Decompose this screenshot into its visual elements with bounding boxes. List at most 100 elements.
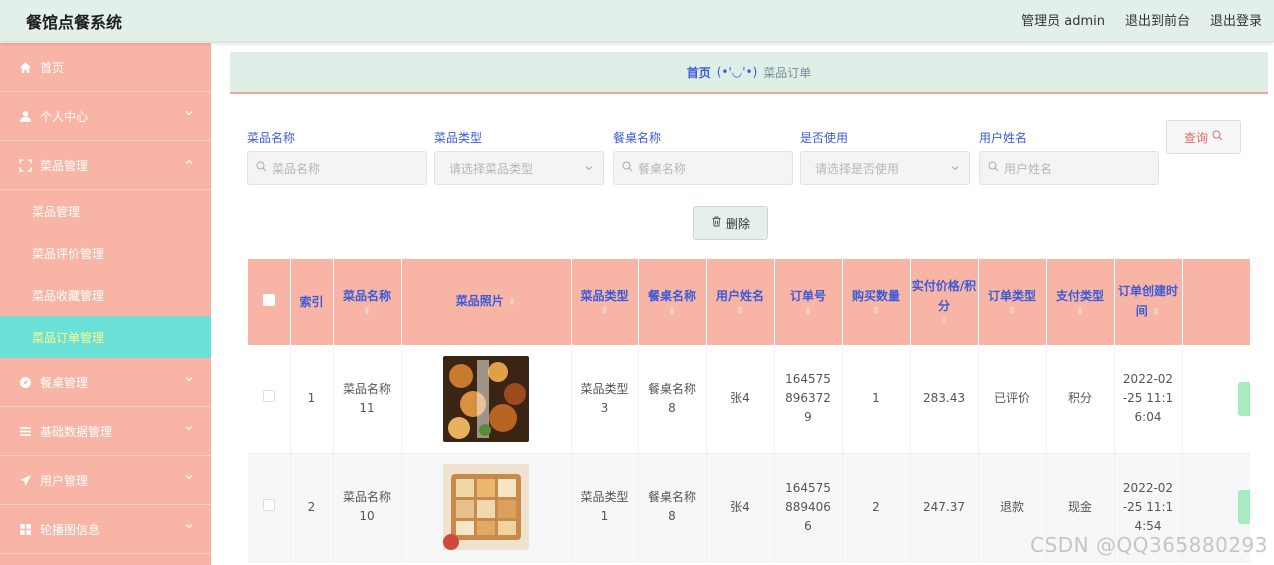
sidebar-item-personal[interactable]: 个人中心 xyxy=(0,92,211,141)
chevron-down-icon xyxy=(185,377,193,382)
sidebar-item-label: 首页 xyxy=(40,60,65,75)
list-icon xyxy=(18,424,32,438)
chevron-down-icon xyxy=(185,524,193,529)
sidebar-item-table[interactable]: 餐桌管理 xyxy=(0,358,211,407)
table-header-row: 索引 菜品名称 ⬍ 菜品照片 ⬍ 菜品类型 ⬍ 餐桌名称 ⬍ 用户姓名 ⬍ 订单号 ⬍ 购… xyxy=(248,259,1250,345)
col-header[interactable]: 订单创建时间 ⬍ xyxy=(1114,259,1183,345)
delete-button[interactable]: 删除 xyxy=(693,206,768,240)
sort-icon[interactable]: ⬍ xyxy=(572,306,638,318)
col-header: 索引 xyxy=(290,259,334,345)
col-header[interactable]: 餐桌名称 ⬍ xyxy=(638,259,707,345)
query-button[interactable]: 查询 xyxy=(1166,120,1241,154)
breadcrumb-emoticon: (•'◡'•) xyxy=(716,65,758,79)
sidebar-item-label: 轮播图信息 xyxy=(40,522,101,537)
filter-label: 用户姓名 xyxy=(979,131,1028,145)
cell-price: 283.43 xyxy=(910,345,979,454)
in-use-select[interactable]: 请选择是否使用 xyxy=(800,151,970,185)
sidebar-item-label: 个人中心 xyxy=(40,109,89,124)
col-header[interactable]: 菜品名称 ⬍ xyxy=(333,259,402,345)
search-icon xyxy=(988,161,999,175)
col-header[interactable]: 订单号 ⬍ xyxy=(774,259,843,345)
sidebar-subitem-dish-order[interactable]: 菜品订单管理 xyxy=(0,316,211,358)
action-button[interactable] xyxy=(1237,381,1250,416)
cell-dish-type: 菜品类型3 xyxy=(571,345,639,454)
placeholder-text: 请选择是否使用 xyxy=(815,161,900,176)
select-all-cell[interactable] xyxy=(248,259,291,345)
col-header[interactable]: 菜品照片 ⬍ xyxy=(401,259,572,345)
select-all-checkbox[interactable] xyxy=(262,294,275,306)
dish-photo xyxy=(443,464,529,550)
sort-icon[interactable]: ⬍ xyxy=(911,316,978,328)
col-header[interactable]: 订单类型 ⬍ xyxy=(978,259,1047,345)
filter-user-name: 用户姓名 用户姓名 xyxy=(979,129,1159,185)
sort-icon[interactable]: ⬍ xyxy=(1047,306,1114,318)
main-content: 首页 (•'◡'•) 菜品订单 菜品名称 菜品名称 菜品类型 请选择菜品类型 餐… xyxy=(230,43,1274,565)
sidebar-item-label: 餐桌管理 xyxy=(40,375,89,390)
sort-icon[interactable]: ⬍ xyxy=(843,306,910,318)
filter-dish-name: 菜品名称 菜品名称 xyxy=(247,129,427,185)
header-actions: 管理员 admin 退出到前台 退出登录 xyxy=(1021,10,1262,29)
chevron-down-icon xyxy=(185,111,193,116)
sort-icon[interactable]: ⬍ xyxy=(1152,307,1160,318)
send-icon xyxy=(18,473,32,487)
sort-icon[interactable]: ⬍ xyxy=(639,306,706,318)
sort-icon[interactable]: ⬍ xyxy=(979,306,1046,318)
action-button[interactable] xyxy=(1237,490,1250,524)
col-header[interactable]: 实付价格/积分 ⬍ xyxy=(910,259,979,345)
user-icon xyxy=(18,109,32,123)
row-checkbox[interactable] xyxy=(262,390,275,403)
user-name-input[interactable]: 用户姓名 xyxy=(979,151,1159,185)
sidebar-item-dish[interactable]: 菜品管理 xyxy=(0,141,211,190)
search-icon xyxy=(1212,130,1223,144)
exit-to-front-link[interactable]: 退出到前台 xyxy=(1125,10,1190,29)
filter-in-use: 是否使用 请选择是否使用 xyxy=(800,129,970,185)
breadcrumb-home[interactable]: 首页 xyxy=(687,64,711,81)
expand-icon xyxy=(18,158,32,172)
col-header[interactable]: 支付类型 ⬍ xyxy=(1046,259,1115,345)
delete-label: 删除 xyxy=(725,216,750,231)
query-label: 查询 xyxy=(1183,130,1208,145)
logout-link[interactable]: 退出登录 xyxy=(1210,10,1262,29)
placeholder-text: 请选择菜品类型 xyxy=(449,161,534,176)
dish-type-select[interactable]: 请选择菜品类型 xyxy=(434,151,604,185)
cell-dish-photo xyxy=(401,345,572,454)
cell-quantity: 1 xyxy=(842,345,911,454)
sidebar-item-home[interactable]: 首页 xyxy=(0,43,211,92)
col-header-actions xyxy=(1182,259,1250,345)
trash-icon xyxy=(711,216,722,230)
sidebar-item-users[interactable]: 用户管理 xyxy=(0,456,211,505)
cell-actions xyxy=(1182,345,1250,454)
sidebar-item-basic-data[interactable]: 基础数据管理 xyxy=(0,407,211,456)
sort-icon[interactable]: ⬍ xyxy=(508,297,516,308)
table-name-input[interactable]: 餐桌名称 xyxy=(613,151,793,185)
sidebar-subitem-dish-manage[interactable]: 菜品管理 xyxy=(0,190,211,232)
sidebar-item-carousel[interactable]: 轮播图信息 xyxy=(0,505,211,554)
cell-quantity: 2 xyxy=(842,453,911,562)
sort-icon[interactable]: ⬍ xyxy=(775,306,842,318)
sidebar: 首页 个人中心 菜品管理 菜品管理 菜品评价管理 菜品收藏管理 菜品订单管理 餐… xyxy=(0,43,211,565)
placeholder-text: 菜品名称 xyxy=(272,161,321,176)
col-header[interactable]: 用户姓名 ⬍ xyxy=(706,259,775,345)
admin-label: 管理员 admin xyxy=(1021,14,1105,29)
cell-index: 2 xyxy=(290,453,334,562)
dish-name-input[interactable]: 菜品名称 xyxy=(247,151,427,185)
chevron-down-icon xyxy=(185,426,193,431)
breadcrumb-current: 菜品订单 xyxy=(763,65,812,80)
cell-index: 1 xyxy=(290,345,334,454)
sidebar-subitem-dish-favorite[interactable]: 菜品收藏管理 xyxy=(0,274,211,316)
sidebar-item-label: 用户管理 xyxy=(40,473,89,488)
sort-icon[interactable]: ⬍ xyxy=(707,306,774,318)
row-checkbox[interactable] xyxy=(262,498,275,511)
col-header[interactable]: 购买数量 ⬍ xyxy=(842,259,911,345)
filter-dish-type: 菜品类型 请选择菜品类型 xyxy=(434,129,604,185)
col-header[interactable]: 菜品类型 ⬍ xyxy=(571,259,639,345)
app-title: 餐馆点餐系统 xyxy=(26,13,123,32)
sidebar-subitem-dish-review[interactable]: 菜品评价管理 xyxy=(0,232,211,274)
filter-table-name: 餐桌名称 餐桌名称 xyxy=(613,129,793,185)
sort-icon[interactable]: ⬍ xyxy=(334,306,401,318)
chevron-down-icon xyxy=(185,475,193,480)
order-table: 索引 菜品名称 ⬍ 菜品照片 ⬍ 菜品类型 ⬍ 餐桌名称 ⬍ 用户姓名 ⬍ 订单号 ⬍ 购… xyxy=(248,259,1250,565)
search-filters: 菜品名称 菜品名称 菜品类型 请选择菜品类型 餐桌名称 餐桌名称 是否使用 请选… xyxy=(247,129,1257,189)
filter-label: 菜品名称 xyxy=(247,131,296,145)
watermark: CSDN @QQ365880293 xyxy=(1030,533,1268,557)
